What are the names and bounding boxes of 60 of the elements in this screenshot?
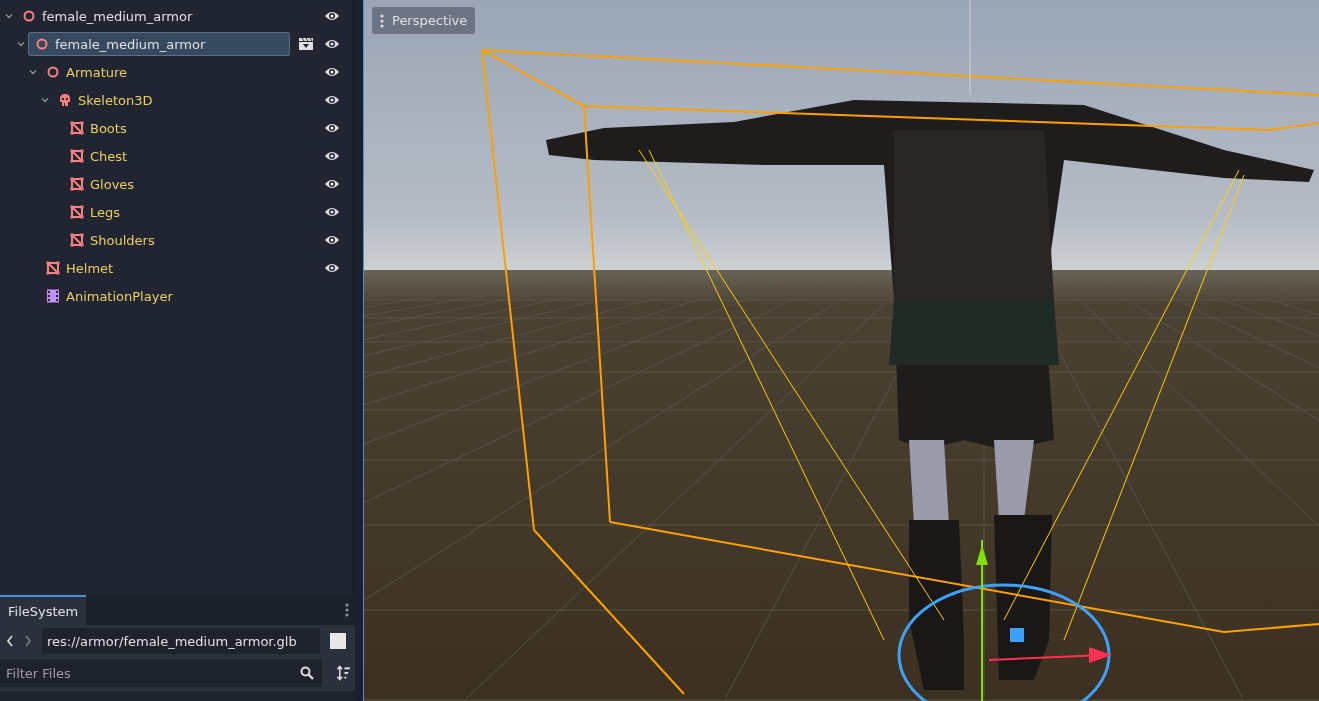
node-name: female_medium_armor (42, 8, 193, 24)
filter-field[interactable]: Filter Files (0, 659, 322, 687)
node-name: Helmet (66, 260, 114, 276)
chevron-down-icon[interactable] (40, 95, 50, 105)
node-name: Chest (90, 148, 128, 164)
tree-node[interactable]: AnimationPlayer (46, 284, 179, 308)
eye-icon[interactable] (324, 122, 340, 134)
tree-node[interactable]: Helmet (46, 256, 120, 280)
toggle-view-button[interactable] (330, 633, 346, 649)
search-icon[interactable] (300, 666, 314, 680)
chevron-down-icon[interactable] (4, 11, 14, 21)
tree-node[interactable]: Skeleton3D (58, 88, 159, 112)
film-strip-icon (46, 289, 60, 303)
mesh-icon (70, 177, 84, 191)
eye-icon[interactable] (324, 94, 340, 106)
back-icon[interactable] (6, 635, 14, 647)
mesh-icon (70, 233, 84, 247)
forward-icon[interactable] (24, 635, 32, 647)
tree-node[interactable]: Gloves (70, 172, 141, 196)
eye-icon[interactable] (324, 150, 340, 162)
filesystem-tab[interactable]: FileSystem (0, 595, 87, 625)
mesh-icon (70, 205, 84, 219)
perspective-menu-button[interactable]: Perspective (372, 7, 476, 34)
more-options-icon (380, 13, 384, 28)
node-name: AnimationPlayer (66, 288, 173, 304)
node-name: Shoulders (90, 232, 155, 248)
eye-icon[interactable] (324, 178, 340, 190)
tree-node[interactable]: Armature (46, 60, 134, 84)
tree-node[interactable]: Chest (70, 144, 134, 168)
node-name: Boots (90, 120, 127, 136)
eye-icon[interactable] (324, 262, 340, 274)
chevron-down-icon[interactable] (28, 67, 38, 77)
skull-icon (58, 93, 72, 107)
tree-node[interactable]: Shoulders (70, 228, 161, 252)
node-name: Armature (66, 64, 128, 80)
dock-splitter[interactable] (355, 0, 364, 701)
node-name: female_medium_armor (55, 36, 206, 52)
node-name: Skeleton3D (78, 92, 153, 108)
path-field[interactable]: res://armor/female_medium_armor.glb (42, 628, 320, 654)
sort-icon[interactable] (336, 665, 351, 681)
tree-node[interactable]: female_medium_armor (28, 32, 290, 56)
eye-icon[interactable] (324, 234, 340, 246)
eye-icon[interactable] (324, 66, 340, 78)
more-options-icon[interactable] (345, 603, 349, 617)
mesh-icon (70, 121, 84, 135)
clapperboard-icon[interactable] (298, 37, 314, 51)
tree-node[interactable]: Legs (70, 200, 127, 224)
chevron-down-icon[interactable] (16, 39, 26, 49)
eye-icon[interactable] (324, 38, 340, 50)
eye-icon[interactable] (324, 10, 340, 22)
circle-icon (46, 65, 60, 79)
eye-icon[interactable] (324, 206, 340, 218)
mesh-icon (70, 149, 84, 163)
node-name: Gloves (90, 176, 135, 192)
tree-node[interactable]: Boots (70, 116, 133, 140)
circle-icon (22, 9, 36, 23)
node-name: Legs (90, 204, 121, 220)
mesh-icon (46, 261, 60, 275)
tree-node[interactable]: female_medium_armor (22, 4, 199, 28)
circle-icon (35, 37, 49, 51)
